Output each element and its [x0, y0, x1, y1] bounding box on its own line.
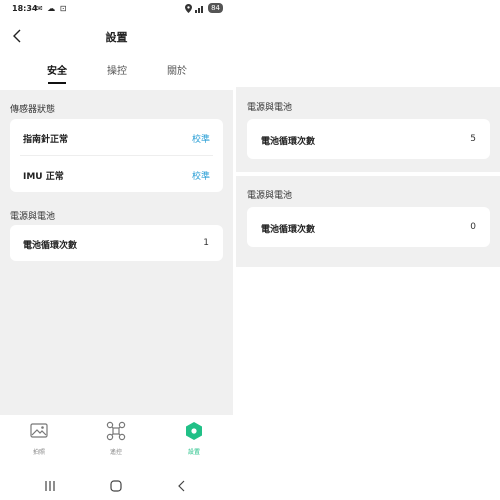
tab-bar: 安全 操控 關於: [0, 56, 233, 86]
calibrate-compass-button[interactable]: 校準: [192, 132, 210, 145]
battery-cycles-value-1: 5: [470, 134, 476, 144]
bottom-nav: 拍照 遙控 設置: [0, 415, 233, 465]
battery-cycles-value: 1: [203, 238, 209, 248]
location-icon: [185, 3, 193, 13]
tab-about[interactable]: 關於: [157, 62, 197, 77]
notification-icons: ✉ ☁ ⊡: [36, 4, 68, 13]
tab-control[interactable]: 操控: [97, 62, 137, 77]
battery-icon: 84: [208, 3, 223, 13]
power-section-title: 電源與電池: [10, 212, 56, 222]
imu-row: IMU 正常 校準: [10, 156, 223, 192]
power-section-title-1: 電源與電池: [247, 103, 293, 113]
imu-status: IMU 正常: [23, 172, 64, 182]
nav-remote-label: 遙控: [109, 449, 122, 456]
battery-cycles-card-1: 電池循環次數 5: [247, 119, 490, 159]
battery-cycles-row: 電池循環次數 1: [10, 225, 223, 261]
section-gap: [236, 172, 500, 176]
battery-cycles-label-1: 電池循環次數: [261, 137, 316, 147]
status-bar: 18:34 ✉ ☁ ⊡ 84: [0, 0, 233, 18]
header: 設置: [0, 18, 233, 54]
nav-settings-label: 設置: [187, 449, 200, 456]
drone-icon: [106, 421, 126, 441]
battery-cycles-value-2: 0: [470, 222, 476, 232]
settings-icon: [186, 422, 202, 440]
back-icon[interactable]: [174, 479, 190, 493]
sensor-section-title: 傳感器狀態: [10, 105, 56, 115]
power-card: 電池循環次數 1: [10, 225, 223, 261]
calibrate-imu-button[interactable]: 校準: [192, 169, 210, 182]
active-tab-indicator: [48, 82, 66, 84]
system-nav-bar: [0, 470, 233, 500]
nav-remote[interactable]: 遙控: [86, 421, 146, 456]
settings-content: 傳感器狀態 指南針正常 校準 IMU 正常 校準 電源與電池 電池循環次數 1: [0, 90, 233, 415]
image-icon: [30, 423, 48, 438]
phone-screen: 18:34 ✉ ☁ ⊡ 84 設置 安全 操控 關於 傳感器狀態 指南針正常 校…: [0, 0, 233, 500]
home-icon[interactable]: [108, 479, 124, 493]
compass-status: 指南針正常: [23, 135, 69, 145]
nav-photo[interactable]: 拍照: [9, 421, 69, 456]
battery-cycles-card-2: 電池循環次數 0: [247, 207, 490, 247]
nav-settings[interactable]: 設置: [164, 421, 224, 456]
tab-safety[interactable]: 安全: [37, 62, 77, 77]
status-time: 18:34: [12, 4, 38, 13]
compass-row: 指南針正常 校準: [10, 119, 223, 155]
page-title: 設置: [105, 31, 128, 44]
right-panel: 電源與電池 電池循環次數 5 電源與電池 電池循環次數 0: [236, 87, 500, 267]
battery-cycles-label-2: 電池循環次數: [261, 225, 316, 235]
battery-cycles-label: 電池循環次數: [23, 241, 78, 251]
sensor-card: 指南針正常 校準 IMU 正常 校準: [10, 119, 223, 192]
status-right-icons: 84: [185, 3, 223, 13]
signal-icon: [195, 5, 204, 13]
nav-photo-label: 拍照: [32, 449, 45, 456]
power-section-title-2: 電源與電池: [247, 191, 293, 201]
recent-apps-icon[interactable]: [42, 479, 58, 493]
